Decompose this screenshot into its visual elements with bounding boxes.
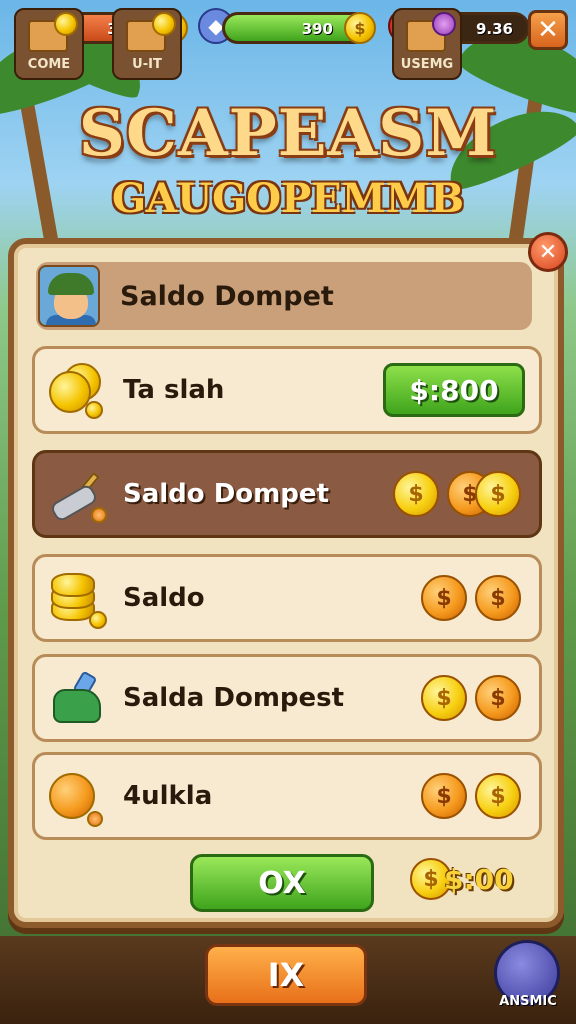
buy-button[interactable]: $:800 (383, 363, 525, 417)
ok-button[interactable]: OX (190, 854, 374, 912)
money-bag-icon (47, 667, 109, 729)
avatar (38, 265, 100, 327)
list-item[interactable]: 4ulkla $ $ (32, 752, 542, 840)
panel-close-button[interactable]: ✕ (528, 232, 568, 272)
coin-icon: $ (475, 575, 521, 621)
nav-item-usemg[interactable]: USEMG (392, 8, 462, 80)
nav-center-button[interactable]: IX (205, 944, 367, 1006)
brush-icon (47, 463, 109, 525)
nav-item-label: USEMG (400, 57, 454, 72)
list-item[interactable]: Ta slah $:800 (32, 346, 542, 434)
close-button[interactable]: ✕ (528, 10, 568, 50)
coin-bag-icon (47, 765, 109, 827)
top-hud: ❖ 3100 ◆ 390 $ ◆ 9.36 ✕ (0, 8, 576, 50)
game-title: SCAPEASM GAUGOPEMMB (0, 96, 576, 222)
coin-icon: $ (393, 471, 439, 517)
coin-stack-icon (47, 567, 109, 629)
list-item-label: Ta slah (123, 375, 225, 405)
resource-bar-3-value: 9.36 (475, 20, 513, 38)
potion-icon (432, 12, 456, 36)
list-item-label: Saldo Dompet (123, 479, 329, 509)
nav-item-label: U-IT (132, 57, 162, 72)
list-item[interactable]: Salda Dompest $ $ (32, 654, 542, 742)
panel-header: Saldo Dompet (36, 262, 532, 330)
coin-icon: $ (421, 675, 467, 721)
coin-icon: $ (421, 773, 467, 819)
total-cost: $ $:00 (410, 858, 514, 900)
list-item-label: Saldo (123, 583, 205, 613)
nav-item-label: COME (27, 57, 71, 72)
coin-icon: $ (344, 12, 376, 44)
nav-item-label: ANSMIC (499, 994, 557, 1009)
list-item[interactable]: Saldo Dompet $ $ $ (32, 450, 542, 538)
coin-icon (54, 12, 78, 36)
total-cost-value: $:00 (444, 862, 514, 896)
list-item-label: 4ulkla (123, 781, 213, 811)
coin-icon: $ (475, 675, 521, 721)
coin-icon (152, 12, 176, 36)
nav-item-come[interactable]: COME (14, 8, 84, 80)
panel-header-label: Saldo Dompet (120, 280, 334, 312)
coin-icon: $ (475, 471, 521, 517)
list-item-label: Salda Dompest (123, 683, 345, 713)
coin-stack-icon (47, 359, 109, 421)
coin-icon: $ (421, 575, 467, 621)
title-line-2: GAUGOPEMMB (111, 175, 464, 222)
title-line-1: SCAPEASM (78, 96, 498, 171)
nav-item-unit[interactable]: U-IT (112, 8, 182, 80)
coin-icon: $ (475, 773, 521, 819)
resource-bar-2-value: 390 (301, 20, 333, 38)
list-item[interactable]: Saldo $ $ (32, 554, 542, 642)
